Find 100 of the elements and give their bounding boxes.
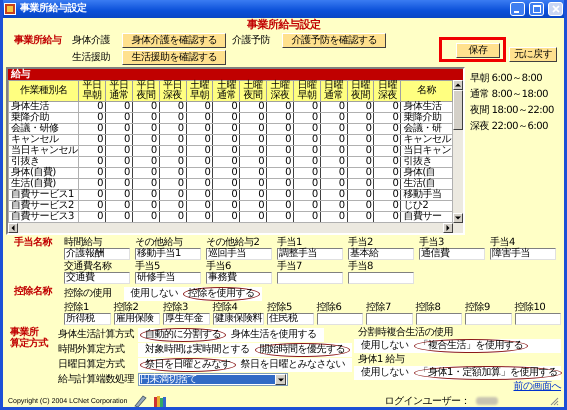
table-cell[interactable]: 自費サービス1	[8, 190, 79, 200]
action-button[interactable]: 元に戻す	[509, 46, 557, 62]
text-field[interactable]: 研修手当	[135, 272, 201, 284]
radio-option[interactable]: 使用しない	[126, 286, 183, 300]
table-cell[interactable]: 0	[132, 178, 160, 190]
table-cell[interactable]: 0	[159, 134, 186, 146]
horizontal-scrollbar[interactable]	[8, 223, 463, 233]
text-field[interactable]: 障害手当	[490, 248, 556, 260]
table-cell[interactable]: 0	[320, 112, 348, 124]
text-field[interactable]: 健康保険料	[212, 313, 264, 325]
table-cell[interactable]: 0	[106, 124, 132, 134]
table-cell[interactable]: 0	[106, 146, 132, 156]
table-cell[interactable]: 0	[186, 124, 213, 134]
table-cell[interactable]: 0	[132, 168, 160, 178]
table-cell[interactable]: 0	[347, 124, 374, 134]
column-header[interactable]: 土曜通常	[212, 80, 240, 102]
table-cell[interactable]: 0	[266, 156, 294, 168]
table-cell[interactable]: 0	[132, 146, 160, 156]
table-cell[interactable]: 0	[78, 190, 106, 200]
table-cell[interactable]: 0	[374, 102, 401, 112]
table-cell[interactable]: 0	[374, 156, 401, 168]
radio-option[interactable]: 使用しない	[356, 339, 414, 353]
text-field[interactable]: 調整手当	[277, 248, 343, 260]
radio-option[interactable]: 控除を使用する	[183, 286, 260, 300]
table-cell[interactable]: 0	[266, 112, 294, 124]
table-cell[interactable]: 0	[186, 112, 213, 124]
table-cell[interactable]: 0	[320, 134, 348, 146]
radio-option[interactable]: 自動的に分割する	[140, 328, 226, 342]
table-cell[interactable]: 0	[212, 124, 240, 134]
text-field[interactable]: 移動手当1	[135, 248, 201, 260]
table-cell[interactable]: 乗降介助	[8, 112, 79, 124]
radio-option[interactable]: 開始時間を優先する	[254, 342, 350, 356]
table-cell[interactable]: 0	[293, 200, 320, 212]
table-cell[interactable]: 0	[212, 146, 240, 156]
table-cell[interactable]: 0	[293, 124, 320, 134]
table-cell[interactable]: 0	[320, 178, 348, 190]
table-cell[interactable]: 0	[106, 102, 132, 112]
table-cell[interactable]: 0	[159, 124, 186, 134]
table-cell[interactable]: 0	[374, 200, 401, 212]
text-field[interactable]: 厚生年金	[163, 313, 210, 325]
radio-option[interactable]: 「複合生活」を使用する	[414, 339, 528, 353]
table-cell[interactable]: 0	[266, 190, 294, 200]
table-cell[interactable]: 0	[159, 190, 186, 200]
table-cell[interactable]: 0	[374, 178, 401, 190]
table-cell[interactable]: 0	[106, 112, 132, 124]
radio-option[interactable]: 対象時間は実時間とする	[140, 342, 254, 356]
table-cell[interactable]: 0	[347, 146, 374, 156]
text-field[interactable]	[465, 313, 512, 325]
table-cell[interactable]: 0	[132, 112, 160, 124]
table-cell[interactable]: 0	[320, 200, 348, 212]
table-cell[interactable]: 当日キャン	[400, 146, 452, 156]
maximize-button[interactable]	[529, 2, 544, 16]
table-cell[interactable]: 0	[240, 112, 267, 124]
table-cell[interactable]: 身体(自費)	[8, 168, 79, 178]
back-link[interactable]: 前の画面へ	[514, 381, 561, 392]
table-cell[interactable]: 0	[266, 178, 294, 190]
column-header[interactable]: 平日夜間	[132, 80, 160, 102]
table-cell[interactable]: 0	[240, 102, 267, 112]
table-cell[interactable]: 移動手当	[400, 190, 452, 200]
text-field[interactable]: 雇用保険	[114, 313, 160, 325]
column-header[interactable]: 土曜深夜	[266, 80, 294, 102]
table-cell[interactable]: 0	[266, 168, 294, 178]
table-cell[interactable]: 0	[293, 168, 320, 178]
text-field[interactable]	[277, 272, 343, 284]
table-cell[interactable]: 0	[374, 146, 401, 156]
table-cell[interactable]: 0	[240, 200, 267, 212]
text-field[interactable]	[316, 313, 363, 325]
table-cell[interactable]: 0	[78, 134, 106, 146]
table-cell[interactable]: 引抜き	[8, 156, 79, 168]
table-cell[interactable]: 0	[159, 178, 186, 190]
text-field[interactable]	[514, 313, 561, 325]
table-cell[interactable]: 0	[159, 200, 186, 212]
table-cell[interactable]: 身体生活	[8, 102, 79, 112]
table-cell[interactable]: 0	[347, 200, 374, 212]
vertical-scrollbar[interactable]	[453, 80, 463, 223]
table-cell[interactable]: 当日キャンセル	[8, 146, 79, 156]
table-cell[interactable]: 0	[159, 156, 186, 168]
table-cell[interactable]: 0	[240, 156, 267, 168]
table-cell[interactable]: 0	[106, 156, 132, 168]
table-cell[interactable]: 0	[186, 190, 213, 200]
table-cell[interactable]: 0	[212, 190, 240, 200]
table-cell[interactable]: 0	[374, 124, 401, 134]
table-cell[interactable]: 0	[159, 102, 186, 112]
confirm-button[interactable]: 生活援助を確認する	[122, 50, 226, 65]
table-cell[interactable]: 生活(自費)	[8, 178, 79, 190]
table-cell[interactable]: 0	[132, 102, 160, 112]
table-cell[interactable]: 0	[186, 178, 213, 190]
table-cell[interactable]: 0	[266, 134, 294, 146]
table-cell[interactable]: 0	[266, 102, 294, 112]
table-cell[interactable]: 0	[347, 156, 374, 168]
table-cell[interactable]: 0	[293, 178, 320, 190]
table-cell[interactable]: 0	[266, 124, 294, 134]
confirm-button[interactable]: 身体介護を確認する	[122, 33, 226, 48]
table-cell[interactable]: 0	[106, 178, 132, 190]
table-cell[interactable]: 0	[186, 156, 213, 168]
column-header[interactable]: 日曜夜間	[347, 80, 374, 102]
table-cell[interactable]: 0	[347, 178, 374, 190]
minimize-button[interactable]	[510, 2, 525, 16]
table-cell[interactable]: 会議・研	[400, 124, 452, 134]
table-cell[interactable]: 0	[78, 146, 106, 156]
